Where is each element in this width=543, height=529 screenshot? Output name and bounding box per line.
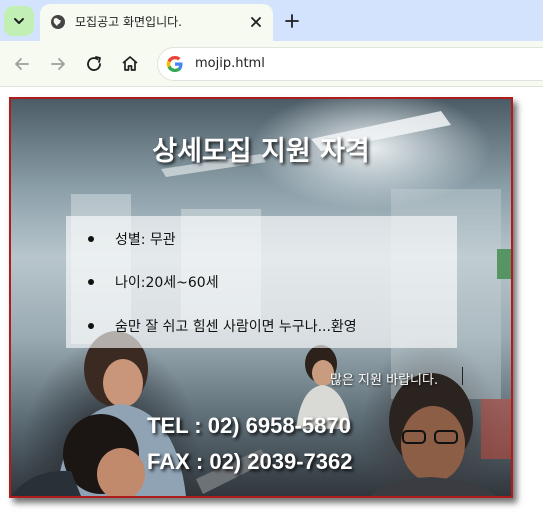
welcome-message: 많은 지원 바랍니다. xyxy=(330,373,439,388)
google-g-icon xyxy=(166,56,183,72)
list-item: 숨만 잘 쉬고 힘센 사람이면 누구나...환영 xyxy=(88,316,357,336)
text-cursor xyxy=(462,367,463,385)
home-icon[interactable] xyxy=(119,53,141,75)
globe-icon xyxy=(51,15,65,29)
qualification-box: 성별: 무관 나이:20세~60세 숨만 잘 쉬고 힘센 사람이면 누구나...… xyxy=(66,216,457,348)
tab-strip: 모집공고 화면입니다. xyxy=(0,0,543,41)
reload-icon[interactable] xyxy=(83,53,105,75)
tel-number: TEL : 02) 6958-5870 xyxy=(147,413,351,438)
close-icon[interactable] xyxy=(248,14,264,30)
page-content: 상세모집 지원 자격 성별: 무관 나이:20세~60세 숨만 잘 쉬고 힘센 … xyxy=(0,87,543,529)
browser-toolbar: mojip.html xyxy=(0,41,543,87)
fax-number: FAX : 02) 2039-7362 xyxy=(147,449,353,474)
back-arrow-icon[interactable] xyxy=(11,53,33,75)
recruitment-hero: 상세모집 지원 자격 성별: 무관 나이:20세~60세 숨만 잘 쉬고 힘센 … xyxy=(9,97,513,498)
list-item: 나이:20세~60세 xyxy=(88,272,219,292)
active-tab[interactable]: 모집공고 화면입니다. xyxy=(40,4,273,41)
url-text: mojip.html xyxy=(195,56,265,71)
chevron-down-icon xyxy=(14,18,24,24)
tab-search-button[interactable] xyxy=(4,6,34,36)
list-item: 성별: 무관 xyxy=(88,229,176,249)
address-bar[interactable]: mojip.html xyxy=(157,47,543,81)
tab-title: 모집공고 화면입니다. xyxy=(75,15,182,29)
forward-arrow-icon[interactable] xyxy=(47,53,69,75)
page-title: 상세모집 지원 자격 xyxy=(152,136,370,167)
new-tab-icon[interactable] xyxy=(283,12,301,30)
